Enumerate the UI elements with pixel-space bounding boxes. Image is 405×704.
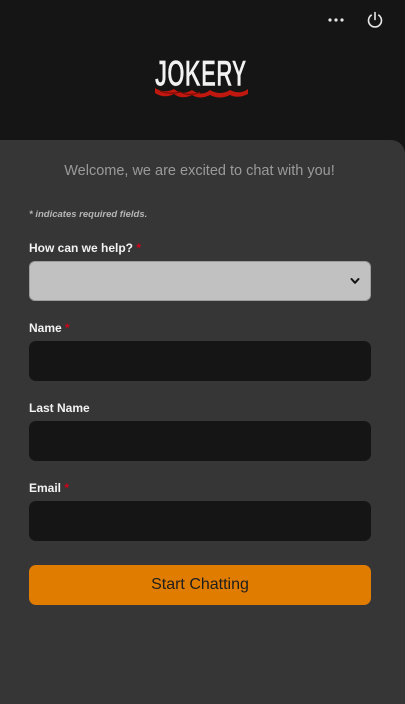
required-marker: * bbox=[64, 481, 70, 495]
start-chatting-button[interactable]: Start Chatting bbox=[29, 565, 371, 605]
logo-text: JOKERY bbox=[155, 53, 247, 95]
chat-header: JOKERY bbox=[0, 0, 405, 140]
name-field[interactable] bbox=[29, 341, 371, 381]
power-icon bbox=[367, 11, 383, 28]
jokery-logo: JOKERY bbox=[154, 52, 248, 98]
name-label-text: Name bbox=[29, 321, 62, 335]
more-horizontal-icon bbox=[328, 18, 344, 22]
last-name-label-text: Last Name bbox=[29, 401, 90, 415]
welcome-message: Welcome, we are excited to chat with you… bbox=[64, 163, 335, 179]
email-label-text: Email bbox=[29, 481, 62, 495]
end-chat-button[interactable] bbox=[363, 8, 387, 32]
help-topic-select[interactable] bbox=[29, 261, 371, 301]
last-name-label: Last Name bbox=[29, 401, 90, 415]
last-name-field[interactable] bbox=[29, 421, 371, 461]
email-field[interactable] bbox=[29, 501, 371, 541]
name-label: Name * bbox=[29, 321, 70, 335]
required-marker: * bbox=[136, 241, 142, 255]
required-marker: * bbox=[65, 321, 70, 335]
help-topic-label-text: How can we help? bbox=[29, 241, 134, 255]
required-fields-note: * indicates required fields. bbox=[29, 209, 148, 220]
chevron-down-icon bbox=[350, 278, 360, 284]
more-options-button[interactable] bbox=[322, 8, 350, 32]
email-label: Email * bbox=[29, 481, 69, 495]
help-topic-label: How can we help? * bbox=[29, 241, 141, 255]
